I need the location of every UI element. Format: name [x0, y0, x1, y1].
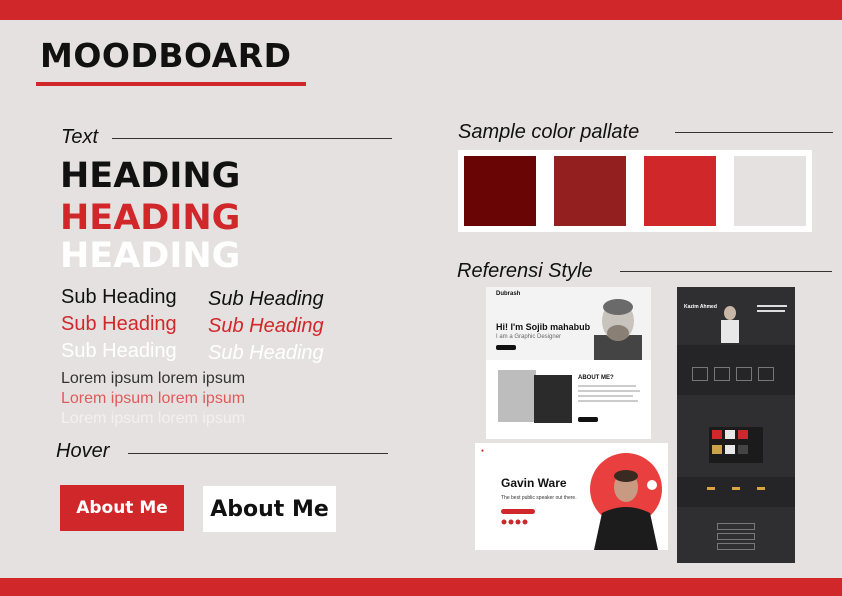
ref2-speaker-photo: [590, 453, 662, 550]
ref3-gallery-tile: [712, 445, 722, 454]
ref1-text-line: [578, 390, 640, 392]
ref3-contact-field: [717, 543, 755, 550]
ref2-tagline: The best public speaker out there.: [501, 495, 577, 501]
ref3-contact-field: [717, 533, 755, 540]
ref3-stat: [707, 487, 715, 490]
ref3-portrait: [721, 306, 739, 343]
ref1-text-line: [578, 385, 636, 387]
about-me-button-primary[interactable]: About Me: [60, 485, 184, 531]
ref2-cta: [501, 509, 535, 514]
lorem-dark: Lorem ipsum lorem ipsum: [61, 370, 246, 387]
palette-section-label: Sample color pallate: [458, 121, 640, 143]
sub-heading-italic-white: Sub Heading: [208, 342, 324, 364]
text-section-rule: [112, 138, 392, 139]
heading-white: HEADING: [60, 236, 241, 276]
ref3-name: Kazim Ahmed: [684, 304, 717, 310]
hover-section-label: Hover: [56, 440, 110, 462]
swatch-maroon: [554, 156, 626, 226]
ref1-text-line: [578, 395, 633, 397]
swatch-red: [644, 156, 716, 226]
ref3-stat: [732, 487, 740, 490]
about-me-button-secondary[interactable]: About Me: [203, 486, 336, 532]
palette-section-rule: [675, 132, 833, 133]
ref3-stats: [677, 477, 795, 507]
sub-heading-white: Sub Heading: [61, 340, 177, 362]
ref3-service-card: [692, 367, 708, 381]
ref1-about-button: [578, 417, 598, 422]
sub-heading-italic-red: Sub Heading: [208, 315, 324, 337]
reference-image-speaker: ● Gavin Ware The best public speaker out…: [475, 443, 668, 550]
ref2-logo-icon: ●: [481, 448, 485, 454]
ref3-contact-field: [717, 523, 755, 530]
ref3-service-card: [758, 367, 774, 381]
ref1-about-title: ABOUT ME?: [578, 375, 614, 381]
sub-heading-red: Sub Heading: [61, 313, 177, 335]
swatch-dark-maroon: [464, 156, 536, 226]
swatch-light-grey: [734, 156, 806, 226]
reference-image-portfolio-1: Dubrash Hi! I'm Sojib mahabub I am a Gra…: [486, 287, 651, 439]
bottom-accent-bar: [0, 578, 842, 596]
ref1-logo: Dubrash: [496, 291, 521, 297]
page-title: MOODBOARD: [40, 36, 292, 75]
ref1-hero-sub: I am a Graphic Designer: [496, 334, 562, 340]
reference-section-rule: [620, 271, 832, 272]
sub-heading-italic-dark: Sub Heading: [208, 288, 324, 310]
lorem-red: Lorem ipsum lorem ipsum: [61, 390, 246, 407]
title-underline: [36, 82, 306, 86]
ref1-portrait: [594, 299, 642, 360]
top-accent-bar: [0, 0, 842, 20]
ref3-service-card: [736, 367, 752, 381]
heading-dark: HEADING: [60, 156, 241, 196]
ref3-gallery-tile: [738, 430, 748, 439]
heading-red: HEADING: [60, 198, 241, 238]
hover-section-rule: [128, 453, 388, 454]
ref3-service-card: [714, 367, 730, 381]
ref3-text-line: [757, 310, 785, 312]
color-palette: [458, 150, 812, 232]
reference-image-portfolio-dark: Kazim Ahmed: [677, 287, 795, 563]
ref3-gallery-tile: [725, 445, 735, 454]
ref1-cta: [496, 345, 516, 350]
lorem-white: Lorem ipsum lorem ipsum: [61, 410, 246, 427]
text-section-label: Text: [61, 126, 99, 148]
ref2-name: Gavin Ware: [501, 476, 567, 490]
ref1-hero-title: Hi! I'm Sojib mahabub: [496, 322, 591, 332]
ref3-gallery-tile: [738, 445, 748, 454]
ref1-about-card: [534, 375, 572, 423]
ref3-gallery-tile: [725, 430, 735, 439]
ref2-social-icons: [501, 519, 528, 525]
ref3-text-line: [757, 305, 787, 307]
reference-section-label: Referensi Style: [457, 260, 593, 282]
ref3-stat: [757, 487, 765, 490]
ref1-text-line: [578, 400, 638, 402]
ref1-about-photo: [498, 370, 536, 422]
ref3-gallery-tile: [712, 430, 722, 439]
sub-heading-dark: Sub Heading: [61, 286, 177, 308]
